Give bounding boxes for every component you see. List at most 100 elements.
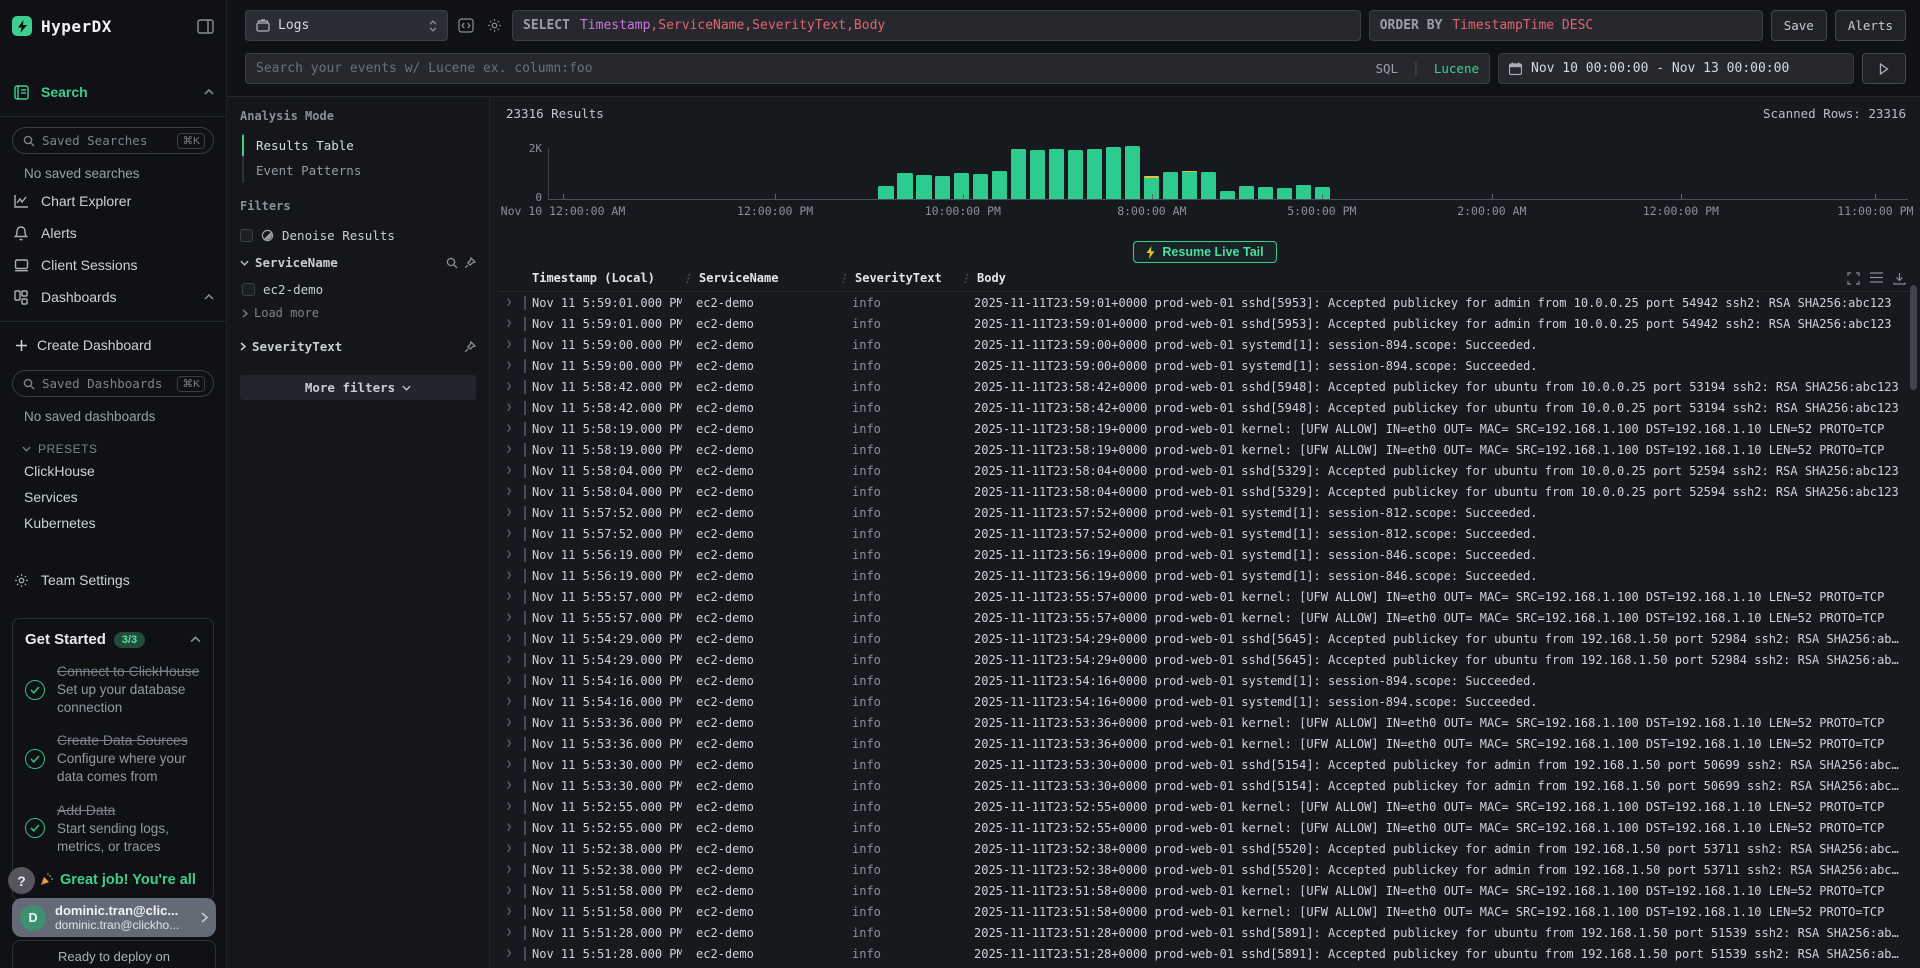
sidebar-item-dashboards[interactable]: Dashboards [12, 281, 214, 313]
row-expand-chevron[interactable]: ❯ [498, 843, 524, 854]
row-expand-chevron[interactable]: ❯ [498, 906, 524, 917]
source-select[interactable]: Logs [245, 10, 448, 41]
row-expand-chevron[interactable]: ❯ [498, 801, 524, 812]
row-expand-chevron[interactable]: ❯ [498, 738, 524, 749]
maximize-icon[interactable] [1847, 272, 1860, 285]
create-dashboard-button[interactable]: Create Dashboard [12, 330, 214, 360]
histogram-bar[interactable] [1106, 147, 1121, 199]
help-button[interactable]: ? [8, 867, 35, 894]
log-row[interactable]: ❯ Nov 11 5:55:57.000 PM ec2-demo info 20… [498, 607, 1912, 628]
row-expand-chevron[interactable]: ❯ [498, 423, 524, 434]
more-filters-button[interactable]: More filters [240, 375, 476, 400]
log-row[interactable]: ❯ Nov 11 5:56:19.000 PM ec2-demo info 20… [498, 544, 1912, 565]
histogram-bar[interactable] [1239, 186, 1254, 199]
histogram-bar[interactable] [1125, 146, 1140, 199]
row-expand-chevron[interactable]: ❯ [498, 318, 524, 329]
sidebar-item-search[interactable]: Search [12, 76, 214, 108]
log-row[interactable]: ❯ Nov 11 5:59:00.000 PM ec2-demo info 20… [498, 355, 1912, 376]
row-expand-chevron[interactable]: ❯ [498, 780, 524, 791]
get-started-step[interactable]: Add Data Start sending logs, metrics, or… [25, 801, 201, 856]
histogram-bar[interactable] [878, 186, 893, 199]
row-expand-chevron[interactable]: ❯ [498, 822, 524, 833]
row-expand-chevron[interactable]: ❯ [498, 570, 524, 581]
log-row[interactable]: ❯ Nov 11 5:51:58.000 PM ec2-demo info 20… [498, 880, 1912, 901]
sidebar-collapse-icon[interactable] [197, 19, 214, 34]
sidebar-item-alerts[interactable]: Alerts [12, 217, 214, 249]
load-more-button[interactable]: Load more [240, 302, 476, 324]
row-expand-chevron[interactable]: ❯ [498, 654, 524, 665]
code-brackets-icon[interactable] [456, 18, 476, 33]
row-expand-chevron[interactable]: ❯ [498, 696, 524, 707]
histogram-bar[interactable] [1182, 171, 1197, 199]
log-row[interactable]: ❯ Nov 11 5:54:16.000 PM ec2-demo info 20… [498, 691, 1912, 712]
log-row[interactable]: ❯ Nov 11 5:58:04.000 PM ec2-demo info 20… [498, 460, 1912, 481]
save-button[interactable]: Save [1771, 10, 1827, 41]
pin-icon[interactable] [464, 341, 476, 353]
log-row[interactable]: ❯ Nov 11 5:58:42.000 PM ec2-demo info 20… [498, 397, 1912, 418]
log-row[interactable]: ❯ Nov 11 5:52:38.000 PM ec2-demo info 20… [498, 859, 1912, 880]
preset-clickhouse[interactable]: ClickHouse [12, 458, 214, 484]
gear-icon[interactable] [484, 18, 504, 33]
row-expand-chevron[interactable]: ❯ [498, 297, 524, 308]
histogram-bar[interactable] [1011, 149, 1026, 199]
row-expand-chevron[interactable]: ❯ [498, 927, 524, 938]
log-row[interactable]: ❯ Nov 11 5:59:01.000 PM ec2-demo info 20… [498, 292, 1912, 313]
log-row[interactable]: ❯ Nov 11 5:57:52.000 PM ec2-demo info 20… [498, 502, 1912, 523]
log-row[interactable]: ❯ Nov 11 5:54:29.000 PM ec2-demo info 20… [498, 628, 1912, 649]
log-row[interactable]: ❯ Nov 11 5:52:55.000 PM ec2-demo info 20… [498, 817, 1912, 838]
log-row[interactable]: ❯ Nov 11 5:51:58.000 PM ec2-demo info 20… [498, 901, 1912, 922]
row-expand-chevron[interactable]: ❯ [498, 717, 524, 728]
service-ec2-demo-checkbox[interactable] [242, 283, 255, 296]
row-expand-chevron[interactable]: ❯ [498, 948, 524, 959]
chevron-up-icon[interactable] [204, 294, 214, 300]
column-resize-handle[interactable]: ⋮ [838, 272, 849, 285]
lucene-toggle[interactable]: Lucene [1434, 61, 1479, 76]
log-row[interactable]: ❯ Nov 11 5:53:30.000 PM ec2-demo info 20… [498, 775, 1912, 796]
log-row[interactable]: ❯ Nov 11 5:52:38.000 PM ec2-demo info 20… [498, 838, 1912, 859]
get-started-step[interactable]: Create Data Sources Configure where your… [25, 731, 201, 786]
log-row[interactable]: ❯ Nov 11 5:51:28.000 PM ec2-demo info 20… [498, 922, 1912, 943]
histogram-bar[interactable] [1087, 149, 1102, 199]
row-expand-chevron[interactable]: ❯ [498, 528, 524, 539]
log-row[interactable]: ❯ Nov 11 5:59:01.000 PM ec2-demo info 20… [498, 313, 1912, 334]
log-row[interactable]: ❯ Nov 11 5:52:55.000 PM ec2-demo info 20… [498, 796, 1912, 817]
presets-section-toggle[interactable]: PRESETS [22, 442, 214, 456]
search-input[interactable]: Search your events w/ Lucene ex. column:… [245, 53, 1490, 84]
log-row[interactable]: ❯ Nov 11 5:53:30.000 PM ec2-demo info 20… [498, 754, 1912, 775]
row-expand-chevron[interactable]: ❯ [498, 486, 524, 497]
alerts-button[interactable]: Alerts [1835, 10, 1906, 41]
column-resize-handle[interactable]: ⋮ [960, 272, 971, 285]
log-row[interactable]: ❯ Nov 11 5:56:19.000 PM ec2-demo info 20… [498, 565, 1912, 586]
saved-searches-input[interactable]: Saved Searches ⌘K [12, 127, 214, 154]
row-expand-chevron[interactable]: ❯ [498, 591, 524, 602]
denoise-checkbox[interactable] [240, 229, 253, 242]
sql-toggle[interactable]: SQL [1375, 61, 1398, 76]
log-row[interactable]: ❯ Nov 11 5:55:57.000 PM ec2-demo info 20… [498, 586, 1912, 607]
histogram-bar[interactable] [897, 173, 912, 199]
row-expand-chevron[interactable]: ❯ [498, 360, 524, 371]
histogram-bar[interactable] [992, 171, 1007, 199]
histogram-bar[interactable] [973, 174, 988, 199]
histogram-bar[interactable] [1201, 172, 1216, 199]
row-expand-chevron[interactable]: ❯ [498, 507, 524, 518]
preset-kubernetes[interactable]: Kubernetes [12, 510, 214, 536]
histogram-bar[interactable] [1068, 150, 1083, 199]
histogram-bar[interactable] [935, 176, 950, 199]
log-row[interactable]: ❯ Nov 11 5:58:04.000 PM ec2-demo info 20… [498, 481, 1912, 502]
row-expand-chevron[interactable]: ❯ [498, 402, 524, 413]
log-row[interactable]: ❯ Nov 11 5:54:29.000 PM ec2-demo info 20… [498, 649, 1912, 670]
row-expand-chevron[interactable]: ❯ [498, 675, 524, 686]
histogram-bar[interactable] [1277, 188, 1292, 199]
order-by-input[interactable]: ORDER BY TimestampTime DESC [1369, 10, 1763, 41]
scrollbar-thumb[interactable] [1910, 285, 1917, 390]
histogram-bar[interactable] [1220, 191, 1235, 199]
histogram-bar[interactable] [1163, 172, 1178, 199]
user-menu[interactable]: D dominic.tran@clic... dominic.tran@clic… [12, 898, 216, 937]
sidebar-item-team-settings[interactable]: Team Settings [12, 564, 214, 596]
row-expand-chevron[interactable]: ❯ [498, 633, 524, 644]
row-expand-chevron[interactable]: ❯ [498, 444, 524, 455]
pin-icon[interactable] [464, 257, 476, 269]
chevron-up-icon[interactable] [204, 89, 214, 95]
get-started-step[interactable]: Connect to ClickHouse Set up your databa… [25, 662, 201, 717]
log-row[interactable]: ❯ Nov 11 5:51:28.000 PM ec2-demo info 20… [498, 943, 1912, 964]
